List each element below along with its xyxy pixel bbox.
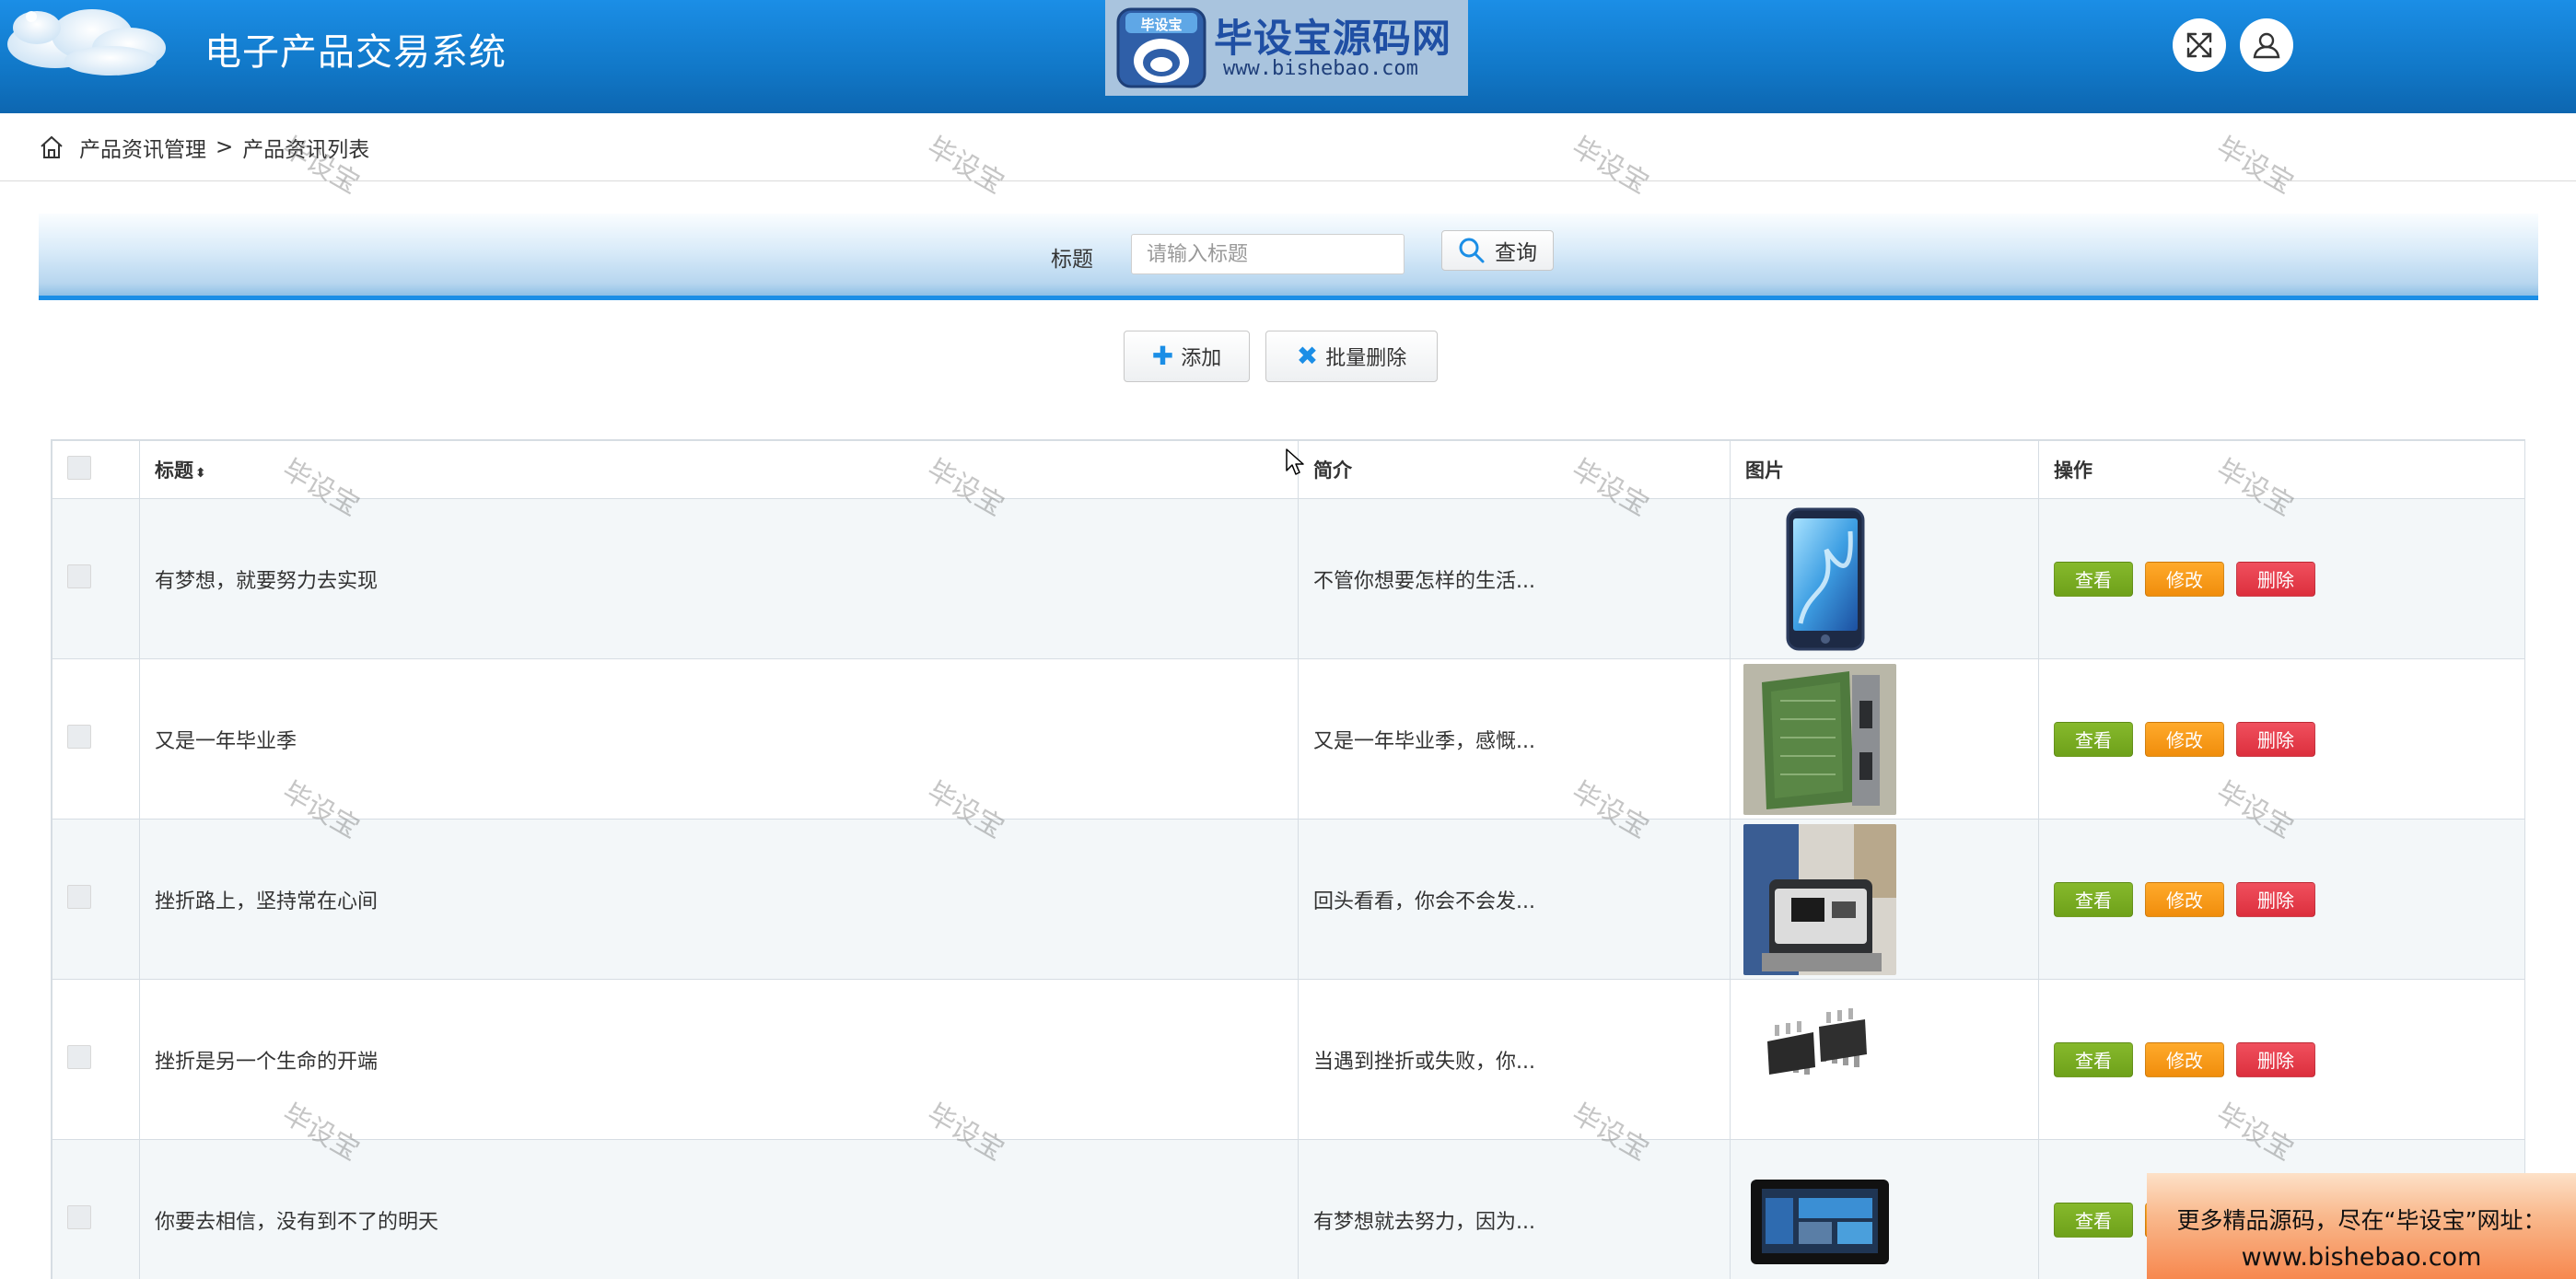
row-title: 又是一年毕业季 (139, 658, 1299, 820)
table-row: 有梦想，就要努力去实现 不管你想要怎样的生活... 查看 修改 删除 (52, 498, 2524, 659)
product-image-tablet-display[interactable] (1743, 1144, 1896, 1279)
batch-delete-button[interactable]: ✖ 批量删除 (1265, 331, 1438, 382)
add-button-label: 添加 (1181, 347, 1222, 370)
delete-button[interactable]: 删除 (2236, 561, 2315, 597)
edit-button[interactable]: 修改 (2145, 561, 2224, 597)
delete-button[interactable]: 删除 (2236, 1041, 2315, 1077)
promo-line2: www.bishebao.com (2241, 1243, 2482, 1272)
row-checkbox[interactable] (67, 724, 91, 749)
breadcrumb-separator: > (216, 134, 234, 159)
top-header: 电子产品交易系统 毕设宝 毕设宝源码网 www.bishebao.com (0, 0, 2576, 113)
view-button[interactable]: 查看 (2054, 881, 2133, 917)
promo-banner[interactable]: 更多精品源码，尽在“毕设宝”网址： www.bishebao.com (2147, 1173, 2576, 1279)
product-image-power-station[interactable] (1743, 823, 1896, 975)
edit-button[interactable]: 修改 (2145, 721, 2224, 757)
news-table: 标题⬍ 简介 图片 操作 有梦想，就要努力去实现 不管你想要怎样的生活... (51, 439, 2525, 1279)
row-actions: 查看 修改 删除 (2038, 498, 2524, 659)
sort-icon[interactable]: ⬍ (195, 466, 206, 481)
row-summary: 不管你想要怎样的生活... (1298, 498, 1731, 659)
batch-delete-label: 批量删除 (1325, 347, 1407, 370)
cloud-logo-icon (7, 9, 166, 76)
delete-button[interactable]: 删除 (2236, 881, 2315, 917)
row-checkbox[interactable] (67, 1044, 91, 1069)
product-image-ic-chip[interactable] (1743, 983, 1896, 1135)
row-actions: 查看 修改 删除 (2038, 658, 2524, 820)
column-header-actions: 操作 (2038, 440, 2524, 499)
app-title: 电子产品交易系统 (204, 31, 507, 74)
home-icon[interactable] (39, 134, 64, 160)
user-icon (2253, 32, 2280, 59)
logo-url: www.bishebao.com (1223, 57, 1418, 80)
logo-badge-icon: 毕设宝 (1116, 7, 1206, 88)
row-checkbox[interactable] (67, 564, 91, 588)
breadcrumb-level2: 产品资讯列表 (242, 137, 370, 162)
view-button[interactable]: 查看 (2054, 721, 2133, 757)
svg-text:毕设宝: 毕设宝 (1140, 17, 1182, 33)
table-row: 又是一年毕业季 又是一年毕业季，感慨... 查看 修改 删除 (52, 658, 2524, 820)
site-logo[interactable]: 毕设宝 毕设宝源码网 www.bishebao.com (1105, 0, 1468, 96)
row-checkbox[interactable] (67, 1204, 91, 1229)
view-button[interactable]: 查看 (2054, 1202, 2133, 1238)
search-button-label: 查询 (1495, 241, 1537, 265)
view-button[interactable]: 查看 (2054, 1041, 2133, 1077)
column-header-title[interactable]: 标题 ⬍ (139, 440, 1299, 499)
user-menu-button[interactable] (2240, 18, 2293, 72)
edit-button[interactable]: 修改 (2145, 1041, 2224, 1077)
select-all-checkbox[interactable] (67, 455, 91, 480)
search-panel: 标题 查询 (39, 214, 2538, 300)
fullscreen-button[interactable] (2173, 18, 2226, 72)
row-checkbox[interactable] (67, 884, 91, 909)
row-title: 挫折路上，坚持常在心间 (139, 819, 1299, 980)
promo-line1: 更多精品源码，尽在“毕设宝”网址： (2176, 1207, 2547, 1234)
column-header-summary: 简介 (1298, 440, 1731, 499)
table-row: 挫折是另一个生命的开端 当遇到挫折或失败，你... 查看 修改 删除 (52, 979, 2524, 1140)
expand-arrows-icon (2186, 32, 2212, 58)
delete-button[interactable]: 删除 (2236, 721, 2315, 757)
edit-button[interactable]: 修改 (2145, 881, 2224, 917)
select-all-cell (52, 440, 140, 499)
search-title-input[interactable] (1131, 234, 1405, 274)
row-title: 你要去相信，没有到不了的明天 (139, 1139, 1299, 1279)
logo-name: 毕设宝源码网 (1214, 16, 1452, 61)
breadcrumb-level1[interactable]: 产品资讯管理 (79, 132, 206, 163)
row-summary: 有梦想就去努力，因为... (1298, 1139, 1731, 1279)
plus-icon: ✚ (1151, 341, 1174, 371)
view-button[interactable]: 查看 (2054, 561, 2133, 597)
breadcrumb: 产品资讯管理 > 产品资讯列表 (0, 113, 2576, 181)
close-icon: ✖ (1296, 341, 1319, 371)
search-title-label: 标题 (1051, 248, 1093, 272)
row-title: 挫折是另一个生命的开端 (139, 979, 1299, 1140)
column-header-image: 图片 (1730, 440, 2039, 499)
row-actions: 查看 修改 删除 (2038, 979, 2524, 1140)
search-icon (1459, 238, 1485, 263)
row-summary: 回头看看，你会不会发... (1298, 819, 1731, 980)
table-row: 挫折路上，坚持常在心间 回头看看，你会不会发... 查看 修改 删除 (52, 819, 2524, 980)
row-summary: 当遇到挫折或失败，你... (1298, 979, 1731, 1140)
row-title: 有梦想，就要努力去实现 (139, 498, 1299, 659)
product-image-circuit-board[interactable] (1743, 663, 1896, 815)
row-actions: 查看 修改 删除 (2038, 819, 2524, 980)
mouse-cursor-icon (1286, 448, 1304, 475)
add-button[interactable]: ✚ 添加 (1124, 331, 1250, 382)
search-button[interactable]: 查询 (1441, 230, 1554, 271)
row-summary: 又是一年毕业季，感慨... (1298, 658, 1731, 820)
product-image-smartphone[interactable] (1743, 503, 1896, 655)
